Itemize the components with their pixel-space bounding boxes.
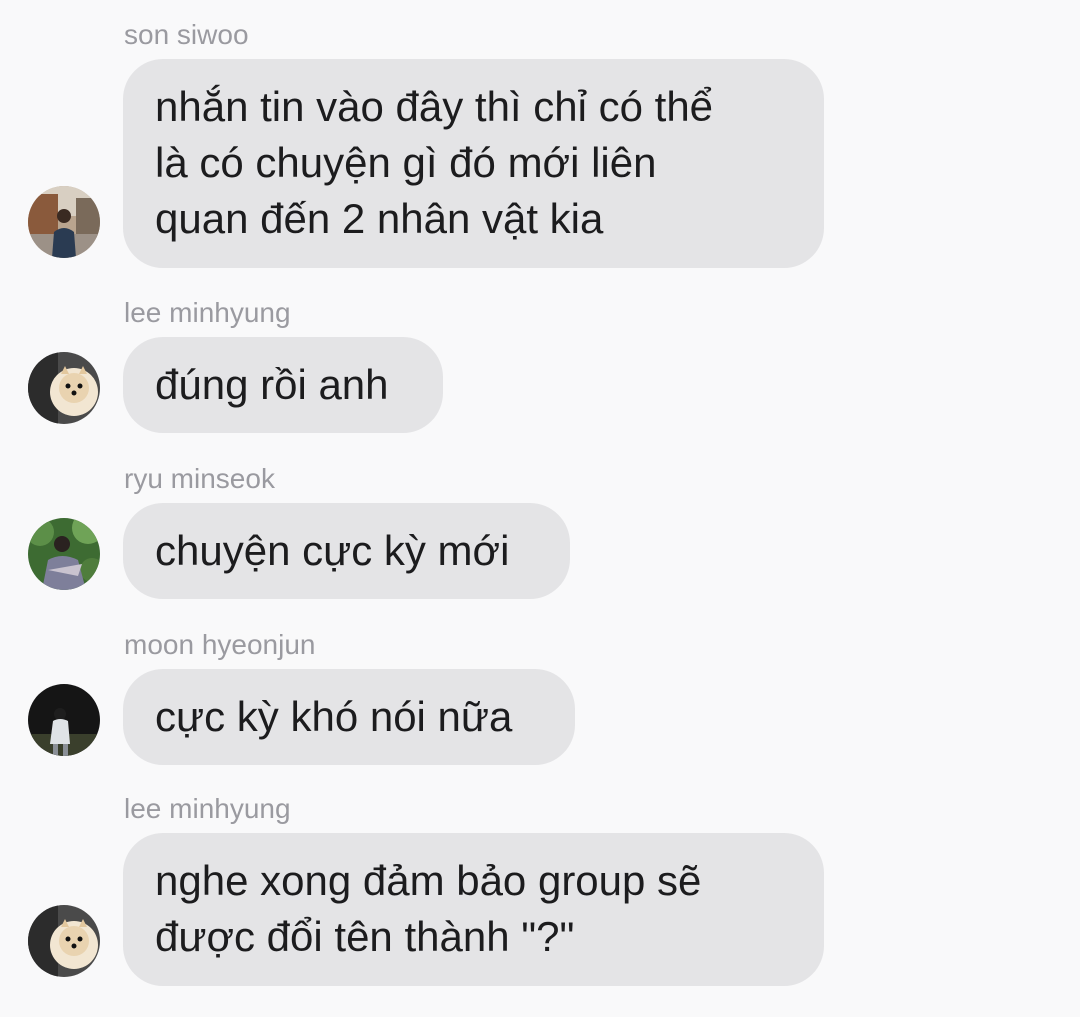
avatar[interactable] xyxy=(28,684,100,756)
sender-name: ryu minseok xyxy=(124,463,275,494)
avatar[interactable] xyxy=(28,352,100,424)
avatar[interactable] xyxy=(28,518,100,590)
message-bubble[interactable]: cực kỳ khó nói nữa xyxy=(123,669,575,765)
sender-name: lee minhyung xyxy=(124,297,291,328)
message-bubble[interactable]: nhắn tin vào đây thì chỉ có thể là có ch… xyxy=(123,59,824,268)
sender-name: moon hyeonjun xyxy=(124,629,316,660)
avatar[interactable] xyxy=(28,186,100,258)
sender-name: son siwoo xyxy=(124,19,249,50)
message-bubble[interactable]: chuyện cực kỳ mới xyxy=(123,503,570,599)
person-in-street-photo-avatar xyxy=(28,186,100,258)
person-in-garden-photo-avatar xyxy=(28,518,100,590)
pomeranian-dog-photo-avatar xyxy=(28,352,100,424)
message-bubble[interactable]: đúng rồi anh xyxy=(123,337,443,433)
message-bubble[interactable]: nghe xong đảm bảo group sẽ được đổi tên … xyxy=(123,833,824,986)
avatar[interactable] xyxy=(28,905,100,977)
chat-thread: son siwoo nhắn tin vào đây thì chỉ có th… xyxy=(0,0,1080,1017)
sender-name: lee minhyung xyxy=(124,793,291,824)
person-dark-background-photo-avatar xyxy=(28,684,100,756)
pomeranian-dog-photo-avatar xyxy=(28,905,100,977)
